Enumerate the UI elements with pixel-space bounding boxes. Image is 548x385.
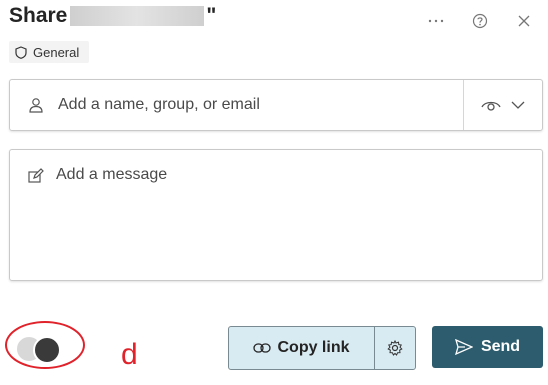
sensitivity-label[interactable]: General xyxy=(9,41,90,63)
link-icon xyxy=(253,343,272,353)
help-circle-icon[interactable] xyxy=(470,11,490,31)
copy-link-label: Copy link xyxy=(277,339,350,356)
copy-link-group: Copy link xyxy=(228,326,416,370)
header-actions xyxy=(426,11,534,31)
send-label: Send xyxy=(480,338,521,355)
sensitivity-text: General xyxy=(33,44,80,60)
annotation-letter: d xyxy=(121,338,138,371)
chevron-down-icon xyxy=(511,101,525,109)
recipient-field[interactable] xyxy=(9,79,543,131)
dialog-title: Share " xyxy=(9,4,216,28)
send-button[interactable]: Send xyxy=(432,326,543,368)
redacted-file-name xyxy=(70,6,205,26)
copy-link-button[interactable]: Copy link xyxy=(229,327,374,369)
title-prefix: Share xyxy=(9,4,68,27)
ellipsis-icon[interactable] xyxy=(426,11,446,31)
gear-icon xyxy=(387,340,403,356)
close-icon[interactable] xyxy=(514,11,534,31)
title-quote-close: " xyxy=(206,4,217,27)
eye-icon xyxy=(481,101,501,111)
person-icon xyxy=(29,98,43,113)
permission-dropdown[interactable] xyxy=(464,80,542,130)
message-field[interactable] xyxy=(9,149,543,281)
link-settings-button[interactable] xyxy=(375,327,415,369)
shield-icon xyxy=(15,45,27,59)
shared-with-avatars[interactable] xyxy=(14,333,70,364)
recipient-input[interactable] xyxy=(56,95,463,115)
avatar xyxy=(33,336,61,364)
send-icon xyxy=(454,339,473,355)
message-input[interactable] xyxy=(54,164,528,268)
edit-icon xyxy=(28,168,44,183)
